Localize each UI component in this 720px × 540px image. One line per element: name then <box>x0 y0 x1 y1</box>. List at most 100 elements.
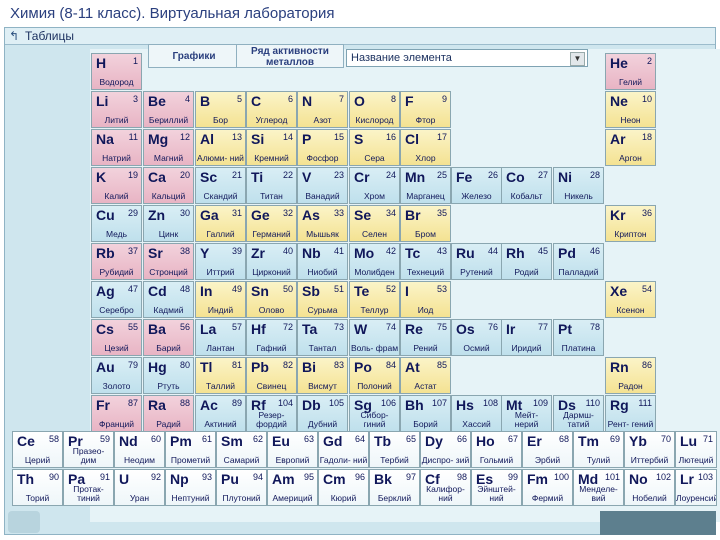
tab-activity-series[interactable]: Ряд активности металлов <box>236 44 344 68</box>
element-cell[interactable]: Sb 51 Сурьма <box>297 281 348 318</box>
element-cell[interactable]: S 16 Сера <box>349 129 400 166</box>
element-cell[interactable]: Pb 82 Свинец <box>246 357 297 394</box>
element-cell[interactable]: Ar 18 Аргон <box>605 129 656 166</box>
element-cell[interactable]: Be 4 Бериллий <box>143 91 194 128</box>
element-cell[interactable]: Lu 71 Лютеций <box>675 431 717 468</box>
element-cell[interactable]: Os 76 Осмий <box>451 319 502 356</box>
element-cell[interactable]: Ce 58 Церий <box>12 431 63 468</box>
element-cell[interactable]: Re 75 Рений <box>400 319 451 356</box>
element-cell[interactable]: Tb 65 Тербий <box>369 431 420 468</box>
element-cell[interactable]: Md 101 Менделе- вий <box>573 469 624 506</box>
element-cell[interactable]: Ne 10 Неон <box>605 91 656 128</box>
element-cell[interactable]: Bi 83 Висмут <box>297 357 348 394</box>
element-cell[interactable]: Fm 100 Фермий <box>522 469 573 506</box>
element-cell[interactable]: Ta 73 Тантал <box>297 319 348 356</box>
element-cell[interactable]: Ra 88 Радий <box>143 395 194 432</box>
element-cell[interactable]: Au 79 Золото <box>91 357 142 394</box>
element-cell[interactable]: Ds 110 Дармш- татий <box>553 395 604 432</box>
element-cell[interactable]: Rh 45 Родий <box>501 243 552 280</box>
element-cell[interactable]: U 92 Уран <box>114 469 165 506</box>
element-cell[interactable]: Yb 70 Иттербий <box>624 431 675 468</box>
element-cell[interactable]: Bk 97 Берклий <box>369 469 420 506</box>
element-cell[interactable]: Li 3 Литий <box>91 91 142 128</box>
element-cell[interactable]: Cf 98 Калифор- ний <box>420 469 471 506</box>
element-cell[interactable]: Fe 26 Железо <box>451 167 502 204</box>
element-cell[interactable]: Sc 21 Скандий <box>195 167 246 204</box>
element-cell[interactable]: Cm 96 Кюрий <box>318 469 369 506</box>
element-cell[interactable]: Kr 36 Криптон <box>605 205 656 242</box>
element-cell[interactable]: Ru 44 Рутений <box>451 243 502 280</box>
element-cell[interactable]: N 7 Азот <box>297 91 348 128</box>
element-cell[interactable]: Zr 40 Цирконий <box>246 243 297 280</box>
element-cell[interactable]: Pa 91 Протак- тиний <box>63 469 114 506</box>
element-cell[interactable]: Ir 77 Иридий <box>501 319 552 356</box>
element-cell[interactable]: O 8 Кислород <box>349 91 400 128</box>
element-cell[interactable]: Te 52 Теллур <box>349 281 400 318</box>
chevron-down-icon[interactable]: ▼ <box>570 52 585 66</box>
element-cell[interactable]: Rf 104 Резер- фордий <box>246 395 297 432</box>
element-cell[interactable]: Sn 50 Олово <box>246 281 297 318</box>
element-cell[interactable]: P 15 Фосфор <box>297 129 348 166</box>
element-cell[interactable]: Pr 59 Празео- дим <box>63 431 114 468</box>
element-cell[interactable]: Ni 28 Никель <box>553 167 604 204</box>
element-cell[interactable]: Th 90 Торий <box>12 469 63 506</box>
element-cell[interactable]: Ag 47 Серебро <box>91 281 142 318</box>
element-cell[interactable]: Mn 25 Марганец <box>400 167 451 204</box>
element-cell[interactable]: No 102 Нобелий <box>624 469 675 506</box>
element-cell[interactable]: Cl 17 Хлор <box>400 129 451 166</box>
element-cell[interactable]: Tl 81 Таллий <box>195 357 246 394</box>
element-cell[interactable]: Ac 89 Актиний <box>195 395 246 432</box>
element-cell[interactable]: Ge 32 Германий <box>246 205 297 242</box>
element-cell[interactable]: Na 11 Натрий <box>91 129 142 166</box>
element-cell[interactable]: Co 27 Кобальт <box>501 167 552 204</box>
element-cell[interactable]: Hs 108 Хассий <box>451 395 502 432</box>
tab-charts[interactable]: Графики <box>148 44 240 68</box>
element-cell[interactable]: Br 35 Бром <box>400 205 451 242</box>
element-cell[interactable]: Eu 63 Европий <box>267 431 318 468</box>
element-cell[interactable]: Np 93 Нептуний <box>165 469 216 506</box>
element-cell[interactable]: Sg 106 Сибор- гиний <box>349 395 400 432</box>
element-cell[interactable]: Po 84 Полоний <box>349 357 400 394</box>
element-cell[interactable]: Zn 30 Цинк <box>143 205 194 242</box>
element-cell[interactable]: Xe 54 Ксенон <box>605 281 656 318</box>
element-cell[interactable]: Hg 80 Ртуть <box>143 357 194 394</box>
element-cell[interactable]: Y 39 Иттрий <box>195 243 246 280</box>
element-cell[interactable]: Dy 66 Диспро- зий <box>420 431 471 468</box>
element-cell[interactable]: Se 34 Селен <box>349 205 400 242</box>
element-cell[interactable]: Cd 48 Кадмий <box>143 281 194 318</box>
element-cell[interactable]: F 9 Фтор <box>400 91 451 128</box>
element-cell[interactable]: Bh 107 Борий <box>400 395 451 432</box>
element-cell[interactable]: Rb 37 Рубидий <box>91 243 142 280</box>
element-cell[interactable]: Pt 78 Платина <box>553 319 604 356</box>
element-cell[interactable]: Rn 86 Радон <box>605 357 656 394</box>
element-cell[interactable]: Gd 64 Гадоли- ний <box>318 431 369 468</box>
element-name-select[interactable]: Название элемента ▼ <box>346 49 588 67</box>
element-cell[interactable]: La 57 Лантан <box>195 319 246 356</box>
element-cell[interactable]: H 1 Водород <box>91 53 142 90</box>
element-cell[interactable]: Lr 103 Лоуренсий <box>675 469 717 506</box>
element-cell[interactable]: At 85 Астат <box>400 357 451 394</box>
element-cell[interactable]: Ga 31 Галлий <box>195 205 246 242</box>
element-cell[interactable]: B 5 Бор <box>195 91 246 128</box>
back-arrow-icon[interactable]: ↰ <box>9 29 19 43</box>
element-cell[interactable]: Hf 72 Гафний <box>246 319 297 356</box>
element-cell[interactable]: K 19 Калий <box>91 167 142 204</box>
element-cell[interactable]: Pu 94 Плутоний <box>216 469 267 506</box>
element-cell[interactable]: Si 14 Кремний <box>246 129 297 166</box>
element-cell[interactable]: Tc 43 Технеций <box>400 243 451 280</box>
element-cell[interactable]: Mg 12 Магний <box>143 129 194 166</box>
element-cell[interactable]: Cr 24 Хром <box>349 167 400 204</box>
element-cell[interactable]: Ca 20 Кальций <box>143 167 194 204</box>
element-cell[interactable]: Am 95 Америций <box>267 469 318 506</box>
element-cell[interactable]: Er 68 Эрбий <box>522 431 573 468</box>
element-cell[interactable]: Mo 42 Молибден <box>349 243 400 280</box>
element-cell[interactable]: Cu 29 Медь <box>91 205 142 242</box>
element-cell[interactable]: Fr 87 Франций <box>91 395 142 432</box>
element-cell[interactable]: Ti 22 Титан <box>246 167 297 204</box>
element-cell[interactable]: Sm 62 Самарий <box>216 431 267 468</box>
element-cell[interactable]: W 74 Воль- фрам <box>349 319 400 356</box>
element-cell[interactable]: Nd 60 Неодим <box>114 431 165 468</box>
element-cell[interactable]: Db 105 Дубний <box>297 395 348 432</box>
element-cell[interactable]: Ba 56 Барий <box>143 319 194 356</box>
element-cell[interactable]: Sr 38 Стронций <box>143 243 194 280</box>
